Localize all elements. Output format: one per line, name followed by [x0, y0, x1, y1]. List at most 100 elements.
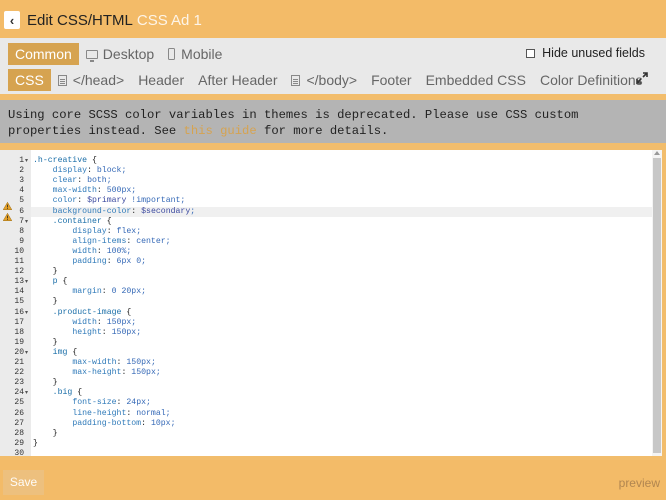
line-number: 14	[14, 287, 24, 297]
code-line[interactable]: img {	[31, 348, 652, 358]
scroll-thumb[interactable]	[653, 158, 661, 453]
line-number: 24	[14, 388, 24, 398]
code-line[interactable]: max-width: 150px;	[31, 358, 652, 368]
code-line[interactable]: }	[31, 267, 652, 277]
code-line[interactable]: .product-image {	[31, 308, 652, 318]
tab-after-header[interactable]: After Header	[191, 69, 284, 91]
line-number: 1	[19, 156, 24, 165]
mobile-icon	[168, 48, 176, 60]
code-line[interactable]: p {	[31, 277, 652, 287]
tab-common[interactable]: Common	[8, 43, 79, 65]
code-line[interactable]: max-height: 150px;	[31, 368, 652, 378]
tab-label: Header	[138, 72, 185, 88]
line-number: 17	[14, 317, 24, 327]
secondary-tabs: CSS </head> Header After Header </body> …	[8, 68, 650, 92]
code-line[interactable]: clear: both;	[31, 176, 652, 186]
editor-scrollbar[interactable]	[652, 150, 662, 456]
line-number: 12	[14, 267, 24, 277]
title-bar: ‹ Edit CSS/HTML CSS Ad 1	[0, 0, 666, 38]
code-line[interactable]: .big {	[31, 388, 652, 398]
tab-label: </head>	[72, 72, 125, 88]
tab-label: Embedded CSS	[425, 72, 526, 88]
tab-mobile[interactable]: Mobile	[161, 43, 229, 65]
tab-color-definitions[interactable]: Color Definitions	[533, 69, 650, 91]
tab-label: Common	[15, 46, 72, 62]
line-number: 25	[14, 398, 24, 408]
code-line[interactable]: }	[31, 429, 652, 439]
line-number: 26	[14, 408, 24, 418]
code-line[interactable]: .container {	[31, 217, 652, 227]
deprecation-warning: Using core SCSS color variables in theme…	[0, 100, 666, 143]
tab-label: After Header	[198, 72, 278, 88]
line-number: 7	[19, 216, 24, 226]
fold-toggle-icon[interactable]: ▾	[25, 277, 28, 287]
code-line[interactable]: width: 100%;	[31, 247, 652, 257]
title-text: Edit CSS/HTML	[27, 12, 133, 29]
line-number: 30	[14, 448, 24, 456]
line-number: 10	[14, 246, 24, 256]
footer-bar: Save preview	[0, 460, 666, 500]
tab-css[interactable]: CSS	[8, 69, 51, 91]
line-number: 13	[14, 277, 24, 287]
code-line[interactable]: background-color: $secondary;	[31, 206, 652, 217]
tab-body[interactable]: </body>	[284, 69, 364, 91]
hide-unused-toggle[interactable]: Hide unused fields	[526, 46, 645, 60]
tab-label: Desktop	[102, 46, 155, 62]
page-title: Edit CSS/HTML CSS Ad 1	[27, 12, 202, 29]
code-line[interactable]: padding: 6px 0;	[31, 257, 652, 267]
save-button[interactable]: Save	[3, 470, 44, 495]
code-line[interactable]: color: $primary !important;	[31, 196, 652, 206]
expand-icon[interactable]	[636, 72, 648, 84]
code-line[interactable]: .h-creative {	[31, 156, 652, 166]
warning-icon[interactable]	[2, 197, 13, 211]
title-subtitle: CSS Ad 1	[136, 12, 202, 29]
line-number: 21	[14, 358, 24, 367]
code-line[interactable]	[31, 449, 652, 456]
code-line[interactable]: padding-bottom: 10px;	[31, 419, 652, 429]
fold-toggle-icon[interactable]: ▾	[25, 156, 28, 166]
tab-embedded-css[interactable]: Embedded CSS	[419, 69, 533, 91]
document-icon	[291, 74, 301, 86]
line-number: 27	[14, 418, 24, 428]
code-line[interactable]: display: block;	[31, 166, 652, 176]
code-line[interactable]: height: 150px;	[31, 328, 652, 338]
code-line[interactable]: font-size: 24px;	[31, 398, 652, 408]
hide-unused-label: Hide unused fields	[542, 46, 645, 60]
line-number: 9	[19, 236, 24, 246]
code-line[interactable]: margin: 0 20px;	[31, 287, 652, 297]
preview-link[interactable]: preview	[619, 476, 660, 490]
back-button[interactable]: ‹	[4, 11, 20, 29]
fold-toggle-icon[interactable]: ▾	[25, 217, 28, 227]
tab-label: Mobile	[181, 46, 223, 62]
code-line[interactable]: display: flex;	[31, 227, 652, 237]
line-number: 4	[19, 186, 24, 196]
document-icon	[57, 74, 67, 86]
code-line[interactable]: }	[31, 378, 652, 388]
fold-toggle-icon[interactable]: ▾	[25, 308, 28, 318]
code-line[interactable]: align-items: center;	[31, 237, 652, 247]
tab-label: </body>	[306, 72, 358, 88]
hide-unused-checkbox[interactable]	[526, 48, 536, 58]
scroll-up-icon[interactable]	[654, 151, 660, 155]
code-line[interactable]: max-width: 500px;	[31, 186, 652, 196]
tab-head[interactable]: </head>	[51, 69, 131, 91]
warning-icon[interactable]	[2, 208, 13, 221]
warning-text-end: for more details.	[264, 124, 389, 138]
fold-toggle-icon[interactable]: ▾	[25, 388, 28, 398]
code-line[interactable]: }	[31, 439, 652, 449]
line-number: 29	[14, 438, 24, 448]
fold-toggle-icon[interactable]: ▾	[25, 348, 28, 358]
code-editor[interactable]: 1 ▾ .h-creative {2 display: block; 3 clear:…	[0, 150, 662, 456]
code-line[interactable]: line-height: normal;	[31, 409, 652, 419]
line-number: 11	[14, 257, 24, 266]
guide-link[interactable]: this guide	[184, 124, 257, 138]
code-line[interactable]: width: 150px;	[31, 318, 652, 328]
tab-desktop[interactable]: Desktop	[79, 43, 161, 65]
line-number: 22	[14, 368, 24, 378]
code-line[interactable]: }	[31, 297, 652, 307]
tab-header[interactable]: Header	[131, 69, 191, 91]
line-number: 19	[14, 337, 24, 347]
tab-footer[interactable]: Footer	[364, 69, 418, 91]
line-number: 23	[14, 378, 24, 388]
code-line[interactable]: }	[31, 338, 652, 348]
